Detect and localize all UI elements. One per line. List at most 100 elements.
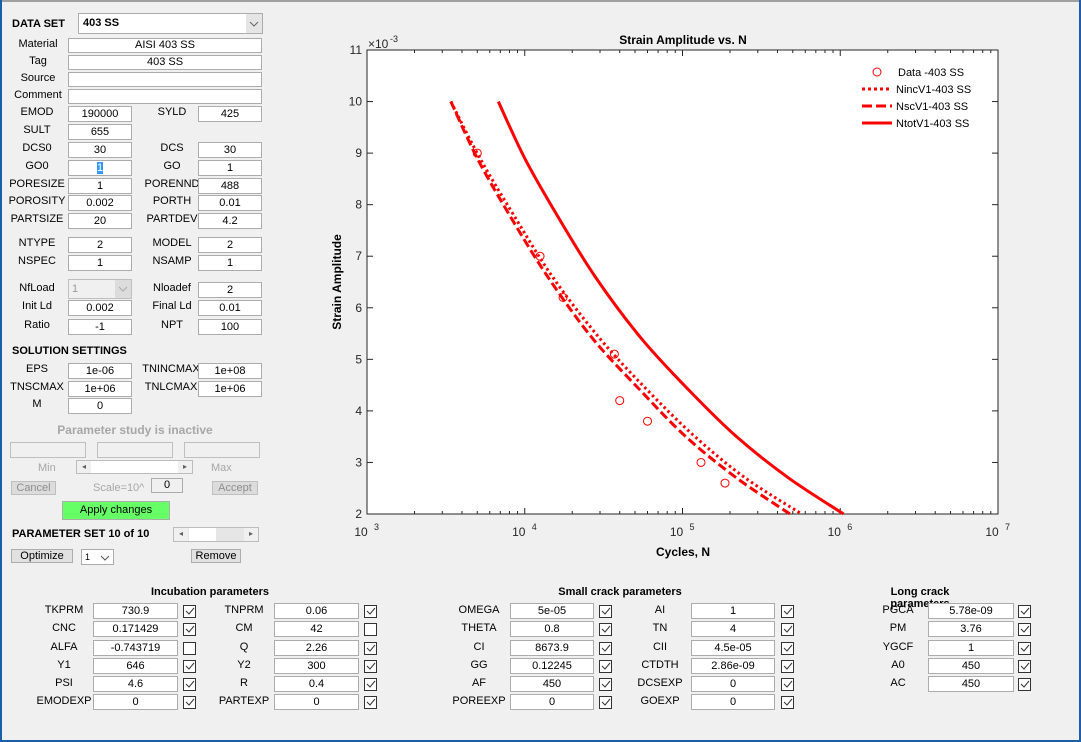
- checkbox[interactable]: [364, 660, 377, 673]
- checkbox[interactable]: [781, 660, 794, 673]
- param-label: CI: [473, 641, 485, 653]
- param-field[interactable]: 0.8: [510, 621, 594, 637]
- param-field[interactable]: 2.26: [274, 640, 359, 656]
- param-label: PSI: [55, 677, 73, 689]
- check-icon: [185, 680, 195, 688]
- param-label: ALFA: [50, 641, 78, 653]
- x-tick-exponent: 3: [374, 522, 379, 532]
- check-icon: [185, 607, 195, 615]
- checkbox[interactable]: [599, 605, 612, 618]
- param-field[interactable]: 0: [510, 694, 594, 710]
- param-field[interactable]: 42: [274, 621, 359, 637]
- param-field[interactable]: 5.78e-09: [928, 603, 1014, 619]
- check-icon: [783, 625, 793, 633]
- checkbox[interactable]: [1018, 605, 1031, 618]
- param-label: POREEXP: [452, 695, 506, 707]
- param-field[interactable]: 0.4: [274, 676, 359, 692]
- y-tick-label: 7: [355, 249, 362, 263]
- y-tick-label: 4: [355, 404, 362, 418]
- param-field[interactable]: 3.76: [928, 621, 1014, 637]
- param-field[interactable]: 646: [93, 658, 178, 674]
- checkbox[interactable]: [599, 623, 612, 636]
- param-label: A0: [891, 659, 905, 671]
- param-label: GG: [470, 659, 488, 671]
- check-icon: [601, 644, 611, 652]
- param-field[interactable]: -0.743719: [93, 640, 178, 656]
- param-field[interactable]: 4.6: [93, 676, 178, 692]
- param-field[interactable]: 0: [691, 676, 775, 692]
- checkbox[interactable]: [599, 660, 612, 673]
- param-field[interactable]: 0: [691, 694, 775, 710]
- param-field[interactable]: 0.171429: [93, 621, 178, 637]
- check-icon: [1020, 625, 1030, 633]
- param-field[interactable]: 450: [928, 658, 1014, 674]
- checkbox[interactable]: [183, 696, 196, 709]
- check-icon: [366, 662, 376, 670]
- param-label: CII: [652, 641, 668, 653]
- check-icon: [185, 698, 195, 706]
- x-tick-exponent: 5: [690, 522, 695, 532]
- x-tick-label: 10: [354, 525, 368, 539]
- checkbox[interactable]: [781, 623, 794, 636]
- param-label: Q: [239, 641, 249, 653]
- param-field[interactable]: 0: [274, 694, 359, 710]
- param-label: EMODEXP: [36, 695, 92, 707]
- param-field[interactable]: 300: [274, 658, 359, 674]
- y-tick-label: 10: [349, 95, 363, 109]
- check-icon: [783, 680, 793, 688]
- legend-entry-label: NincV1-403 SS: [896, 84, 971, 96]
- checkbox[interactable]: [599, 642, 612, 655]
- checkbox[interactable]: [781, 642, 794, 655]
- checkbox[interactable]: [1018, 660, 1031, 673]
- param-label: TKPRM: [44, 604, 84, 616]
- param-label: CTDTH: [641, 659, 679, 671]
- param-label: GOEXP: [640, 695, 680, 707]
- checkbox[interactable]: [781, 678, 794, 691]
- checkbox[interactable]: [781, 605, 794, 618]
- checkbox[interactable]: [364, 696, 377, 709]
- param-field[interactable]: 1: [691, 603, 775, 619]
- check-icon: [366, 644, 376, 652]
- checkbox[interactable]: [599, 678, 612, 691]
- checkbox[interactable]: [364, 623, 377, 636]
- y-tick-label: 8: [355, 198, 362, 212]
- legend-entry-label: Data -403 SS: [898, 67, 964, 79]
- checkbox[interactable]: [364, 605, 377, 618]
- chart-title: Strain Amplitude vs. N: [619, 33, 747, 47]
- param-field[interactable]: 4: [691, 621, 775, 637]
- param-field[interactable]: 0.12245: [510, 658, 594, 674]
- param-field[interactable]: 8673.9: [510, 640, 594, 656]
- param-field[interactable]: 1: [928, 640, 1014, 656]
- checkbox[interactable]: [183, 678, 196, 691]
- legend-entry-label: NtotV1-403 SS: [896, 118, 969, 130]
- checkbox[interactable]: [781, 696, 794, 709]
- checkbox[interactable]: [183, 623, 196, 636]
- check-icon: [783, 698, 793, 706]
- checkbox[interactable]: [1018, 678, 1031, 691]
- checkbox[interactable]: [1018, 623, 1031, 636]
- legend-entry-label: NscV1-403 SS: [896, 101, 968, 113]
- param-label: CM: [235, 622, 253, 634]
- y-multiplier-exponent: -3: [390, 34, 398, 44]
- incubation-title: Incubation parameters: [151, 586, 269, 598]
- param-field[interactable]: 0: [93, 694, 178, 710]
- checkbox[interactable]: [183, 605, 196, 618]
- param-label: CNC: [52, 622, 76, 634]
- checkbox[interactable]: [183, 660, 196, 673]
- checkbox[interactable]: [364, 642, 377, 655]
- param-field[interactable]: 450: [510, 676, 594, 692]
- param-field[interactable]: 4.5e-05: [691, 640, 775, 656]
- param-field[interactable]: 450: [928, 676, 1014, 692]
- checkbox[interactable]: [599, 696, 612, 709]
- check-icon: [601, 625, 611, 633]
- param-label: YGCF: [882, 641, 914, 653]
- checkbox[interactable]: [183, 642, 196, 655]
- param-field[interactable]: 730.9: [93, 603, 178, 619]
- checkbox[interactable]: [364, 678, 377, 691]
- param-field[interactable]: 5e-05: [510, 603, 594, 619]
- param-label: THETA: [461, 622, 497, 634]
- param-field[interactable]: 0.06: [274, 603, 359, 619]
- checkbox[interactable]: [1018, 642, 1031, 655]
- small-crack-title: Small crack parameters: [558, 586, 682, 598]
- param-field[interactable]: 2.86e-09: [691, 658, 775, 674]
